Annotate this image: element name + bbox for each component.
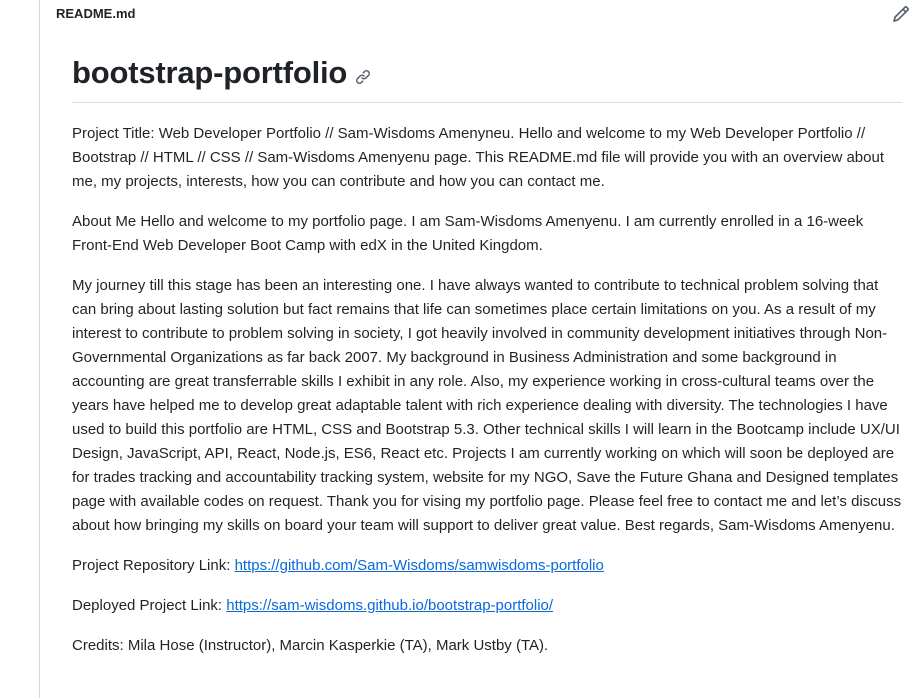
repo-link-paragraph: Project Repository Link: https://github.… bbox=[72, 554, 902, 578]
repo-link-label: Project Repository Link: bbox=[72, 557, 235, 574]
readme-body: Project Title: Web Developer Portfolio /… bbox=[72, 122, 902, 658]
pencil-icon[interactable] bbox=[892, 5, 910, 23]
deployed-link-label: Deployed Project Link: bbox=[72, 597, 227, 614]
about-paragraph: About Me Hello and welcome to my portfol… bbox=[72, 213, 864, 254]
readme-title: bootstrap-portfolio bbox=[72, 55, 348, 90]
repo-link[interactable]: https://github.com/Sam-Wisdoms/samwisdom… bbox=[235, 557, 604, 574]
file-name: README.md bbox=[56, 6, 136, 21]
deployed-link-paragraph: Deployed Project Link: https://sam-wisdo… bbox=[72, 594, 902, 618]
file-header: README.md bbox=[40, 0, 910, 30]
readme-content: bootstrap-portfolio Project Title: Web D… bbox=[72, 52, 902, 674]
intro-paragraph: Project Title: Web Developer Portfolio /… bbox=[72, 125, 884, 190]
journey-paragraph: My journey till this stage has been an i… bbox=[72, 277, 902, 534]
link-icon[interactable] bbox=[355, 69, 371, 85]
credits-paragraph: Credits: Mila Hose (Instructor), Marcin … bbox=[72, 637, 549, 654]
left-border bbox=[39, 0, 40, 698]
heading-row: bootstrap-portfolio bbox=[72, 52, 902, 103]
deployed-link[interactable]: https://sam-wisdoms.github.io/bootstrap-… bbox=[226, 597, 553, 614]
